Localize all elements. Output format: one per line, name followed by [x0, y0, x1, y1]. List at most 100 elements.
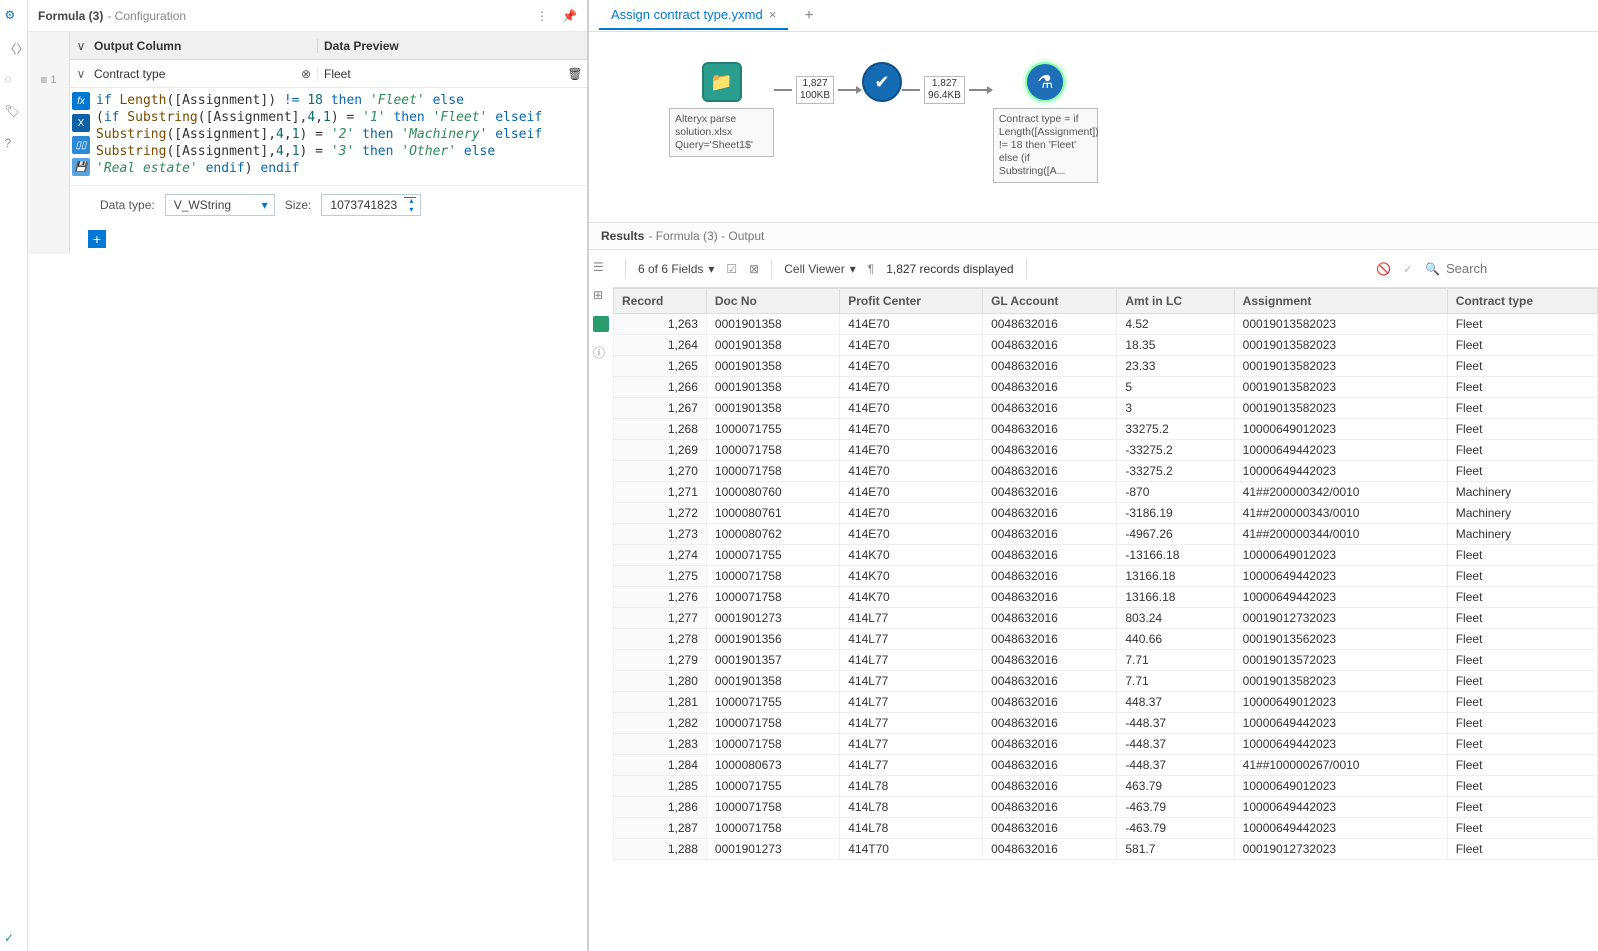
- check-icon[interactable]: ☑: [726, 262, 737, 276]
- apply-icon[interactable]: ✓: [1403, 262, 1413, 276]
- clear-check-icon[interactable]: ⊠: [749, 262, 759, 276]
- add-formula-button[interactable]: +: [88, 230, 106, 248]
- table-row[interactable]: 1,2701000071758414E700048632016-33275.21…: [614, 461, 1598, 482]
- table-cell: 1,268: [614, 419, 707, 440]
- column-header[interactable]: Contract type: [1447, 289, 1597, 314]
- table-cell: Fleet: [1447, 797, 1597, 818]
- table-cell: 1000071758: [706, 461, 839, 482]
- list-view-icon[interactable]: ☰: [593, 260, 609, 276]
- table-cell: 1000071758: [706, 566, 839, 587]
- column-header[interactable]: GL Account: [983, 289, 1117, 314]
- cell-viewer-dropdown[interactable]: Cell Viewer ▾: [784, 262, 856, 276]
- table-row[interactable]: 1,2681000071755414E70004863201633275.210…: [614, 419, 1598, 440]
- expression-editor[interactable]: fx X ▯▯ 💾 if Length([Assignment]) != 18 …: [70, 88, 587, 185]
- table-cell: 0048632016: [983, 356, 1117, 377]
- table-row[interactable]: 1,2780001901356414L770048632016440.66000…: [614, 629, 1598, 650]
- search-input[interactable]: [1446, 261, 1586, 276]
- table-cell: Fleet: [1447, 587, 1597, 608]
- table-cell: -4967.26: [1117, 524, 1234, 545]
- pin-icon[interactable]: 📌: [562, 9, 577, 23]
- table-cell: 5: [1117, 377, 1234, 398]
- workflow-tab[interactable]: Assign contract type.yxmd ×: [599, 1, 788, 30]
- pilcrow-icon[interactable]: ¶: [868, 262, 874, 276]
- formula-tool[interactable]: ⚗ Contract type = if Length([Assignment]…: [993, 62, 1098, 183]
- table-cell: 41##200000342/0010: [1234, 482, 1447, 503]
- table-cell: 1000071755: [706, 545, 839, 566]
- chevron-down-icon[interactable]: ∨: [70, 67, 92, 81]
- save-icon[interactable]: 💾: [72, 158, 90, 176]
- table-cell: 1,264: [614, 335, 707, 356]
- table-row[interactable]: 1,2650001901358414E70004863201623.330001…: [614, 356, 1598, 377]
- no-entry-icon[interactable]: 🚫: [1376, 262, 1391, 276]
- select-tool[interactable]: ✔: [862, 62, 902, 102]
- fx-icon[interactable]: fx: [72, 92, 90, 110]
- table-cell: 3: [1117, 398, 1234, 419]
- column-header[interactable]: Record: [614, 289, 707, 314]
- table-cell: 0001901358: [706, 377, 839, 398]
- gear-icon[interactable]: ⚙: [5, 8, 23, 26]
- table-row[interactable]: 1,2721000080761414E700048632016-3186.194…: [614, 503, 1598, 524]
- table-row[interactable]: 1,2691000071758414E700048632016-33275.21…: [614, 440, 1598, 461]
- table-row[interactable]: 1,2831000071758414L770048632016-448.3710…: [614, 734, 1598, 755]
- table-cell: 1,277: [614, 608, 707, 629]
- table-cell: 0048632016: [983, 587, 1117, 608]
- more-icon[interactable]: ⋮: [536, 9, 548, 23]
- table-cell: 1000080762: [706, 524, 839, 545]
- table-row[interactable]: 1,2880001901273414T700048632016581.70001…: [614, 839, 1598, 860]
- table-row[interactable]: 1,2761000071758414K70004863201613166.181…: [614, 587, 1598, 608]
- table-row[interactable]: 1,2660001901358414E700048632016500019013…: [614, 377, 1598, 398]
- table-row[interactable]: 1,2731000080762414E700048632016-4967.264…: [614, 524, 1598, 545]
- table-cell: 0048632016: [983, 461, 1117, 482]
- clear-icon[interactable]: ⊗: [295, 67, 317, 81]
- table-row[interactable]: 1,2871000071758414L780048632016-463.7910…: [614, 818, 1598, 839]
- columns-icon[interactable]: ▯▯: [72, 136, 90, 154]
- table-row[interactable]: 1,2811000071755414L770048632016448.37100…: [614, 692, 1598, 713]
- tag-icon[interactable]: 🏷: [5, 104, 23, 122]
- formula-gutter: ≡ 1: [28, 32, 70, 254]
- column-header[interactable]: Assignment: [1234, 289, 1447, 314]
- expression-toolbar: fx X ▯▯ 💾: [70, 88, 92, 185]
- size-label: Size:: [285, 198, 312, 212]
- table-row[interactable]: 1,2851000071755414L780048632016463.79100…: [614, 776, 1598, 797]
- table-cell: 1000080760: [706, 482, 839, 503]
- size-input[interactable]: 1073741823▴▾: [321, 194, 421, 216]
- table-row[interactable]: 1,2841000080673414L770048632016-448.3741…: [614, 755, 1598, 776]
- column-header[interactable]: Amt in LC: [1117, 289, 1234, 314]
- workflow-canvas[interactable]: 📁 Alteryx parse solution.xlsx Query='She…: [589, 32, 1598, 222]
- code-icon[interactable]: 〈〉: [5, 40, 23, 58]
- data-type-dropdown[interactable]: V_WString: [165, 194, 275, 216]
- column-header[interactable]: Profit Center: [840, 289, 983, 314]
- table-cell: 1000071758: [706, 440, 839, 461]
- fields-dropdown[interactable]: 6 of 6 Fields ▾: [638, 262, 714, 276]
- table-row[interactable]: 1,2770001901273414L770048632016803.24000…: [614, 608, 1598, 629]
- data-view-icon[interactable]: [593, 316, 609, 332]
- table-row[interactable]: 1,2821000071758414L770048632016-448.3710…: [614, 713, 1598, 734]
- close-icon[interactable]: ×: [769, 7, 777, 22]
- output-column-name[interactable]: Contract type: [92, 67, 295, 81]
- trash-icon[interactable]: 🗑: [563, 67, 587, 81]
- table-cell: 10000649442023: [1234, 587, 1447, 608]
- info-icon[interactable]: ⓘ: [593, 344, 609, 360]
- circle-icon[interactable]: ◌: [5, 72, 23, 90]
- grid-view-icon[interactable]: ⊞: [593, 288, 609, 304]
- table-row[interactable]: 1,2711000080760414E700048632016-87041##2…: [614, 482, 1598, 503]
- variable-icon[interactable]: X: [72, 114, 90, 132]
- column-header[interactable]: Doc No: [706, 289, 839, 314]
- chevron-down-icon[interactable]: ∨: [70, 39, 92, 53]
- help-icon[interactable]: ?: [5, 136, 23, 154]
- new-tab-button[interactable]: +: [804, 7, 813, 25]
- table-cell: 0048632016: [983, 503, 1117, 524]
- input-tool[interactable]: 📁 Alteryx parse solution.xlsx Query='She…: [669, 62, 774, 157]
- table-cell: Machinery: [1447, 524, 1597, 545]
- expression-text[interactable]: if Length([Assignment]) != 18 then 'Flee…: [92, 88, 587, 185]
- table-row[interactable]: 1,2670001901358414E700048632016300019013…: [614, 398, 1598, 419]
- table-row[interactable]: 1,2751000071758414K70004863201613166.181…: [614, 566, 1598, 587]
- table-cell: 1,266: [614, 377, 707, 398]
- table-row[interactable]: 1,2861000071758414L780048632016-463.7910…: [614, 797, 1598, 818]
- table-row[interactable]: 1,2630001901358414E7000486320164.5200019…: [614, 314, 1598, 335]
- table-row[interactable]: 1,2790001901357414L7700486320167.7100019…: [614, 650, 1598, 671]
- table-row[interactable]: 1,2741000071755414K700048632016-13166.18…: [614, 545, 1598, 566]
- results-grid-wrapper[interactable]: RecordDoc NoProfit CenterGL AccountAmt i…: [613, 288, 1598, 951]
- table-row[interactable]: 1,2640001901358414E70004863201618.350001…: [614, 335, 1598, 356]
- table-row[interactable]: 1,2800001901358414L7700486320167.7100019…: [614, 671, 1598, 692]
